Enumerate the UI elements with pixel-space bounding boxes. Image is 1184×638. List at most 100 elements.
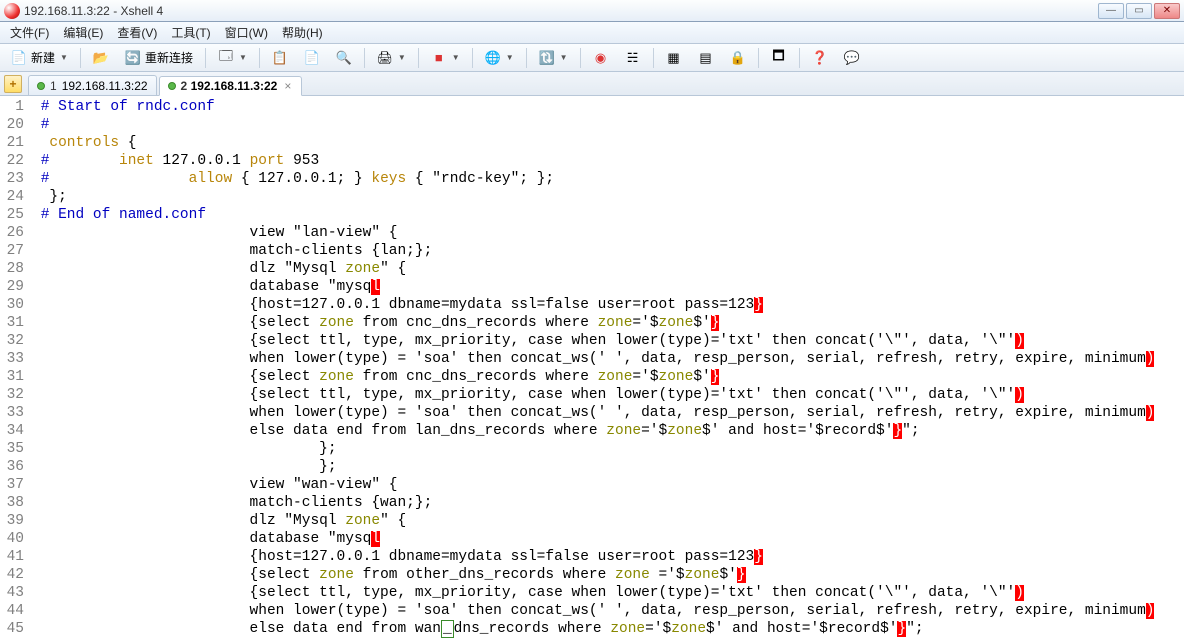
copy-button[interactable]: 📋 — [265, 47, 295, 69]
code-line: 28 dlz "Mysql zone" { — [0, 260, 1184, 278]
properties-button[interactable]: 🗔▼ — [211, 47, 254, 69]
code-content: when lower(type) = 'soa' then concat_ws(… — [32, 404, 1184, 422]
font-button[interactable]: 🗖 — [764, 47, 794, 69]
xshell-button[interactable]: ◉ — [586, 47, 616, 69]
minimize-button[interactable]: — — [1098, 3, 1124, 19]
menu-help[interactable]: 帮助(H) — [276, 22, 329, 43]
globe-icon: 🌐 — [485, 50, 501, 66]
code-content: }; — [32, 440, 1184, 458]
title-bar: 192.168.11.3:22 - Xshell 4 — ▭ ✕ — [0, 0, 1184, 22]
line-number: 33 — [0, 350, 32, 368]
line-number: 31 — [0, 314, 32, 332]
menu-tools[interactable]: 工具(T) — [165, 22, 216, 43]
code-line: 31 {select zone from cnc_dns_records whe… — [0, 314, 1184, 332]
code-content: else data end from wan_dns_records where… — [32, 620, 1184, 638]
line-number: 22 — [0, 152, 32, 170]
new-button[interactable]: 📄 新建 ▼ — [4, 47, 75, 69]
code-content: # Start of rndc.conf — [32, 98, 1184, 116]
lock-button[interactable]: 🔒 — [723, 47, 753, 69]
font-icon: 🗖 — [771, 50, 787, 66]
chat-button[interactable]: 💬 — [837, 47, 867, 69]
code-line: 36 }; — [0, 458, 1184, 476]
code-line: 27 match-clients {lan;}; — [0, 242, 1184, 260]
search-button[interactable]: 🔍 — [329, 47, 359, 69]
tunnel-button[interactable]: ☵ — [618, 47, 648, 69]
separator — [205, 48, 206, 68]
close-button[interactable]: ✕ — [1154, 3, 1180, 19]
tab-index: 1 — [50, 79, 57, 93]
code-line: 25 # End of named.conf — [0, 206, 1184, 224]
code-content: }; — [32, 188, 1184, 206]
reconnect-button[interactable]: 🔄 重新连接 — [118, 47, 200, 69]
help-button[interactable]: ❓ — [805, 47, 835, 69]
copy-icon: 📋 — [272, 50, 288, 66]
properties-icon: 🗔 — [218, 50, 234, 66]
separator — [758, 48, 759, 68]
menu-view[interactable]: 查看(V) — [111, 22, 163, 43]
paste-button[interactable]: 📄 — [297, 47, 327, 69]
code-line: 39 dlz "Mysql zone" { — [0, 512, 1184, 530]
chevron-down-icon: ▼ — [239, 53, 247, 62]
line-number: 25 — [0, 206, 32, 224]
menu-file[interactable]: 文件(F) — [4, 22, 55, 43]
help-icon: ❓ — [812, 50, 828, 66]
code-content: {host=127.0.0.1 dbname=mydata ssl=false … — [32, 548, 1184, 566]
session-tab-1[interactable]: 1 192.168.11.3:22 — [28, 75, 157, 95]
code-content: {select ttl, type, mx_priority, case whe… — [32, 386, 1184, 404]
code-content: {host=127.0.0.1 dbname=mydata ssl=false … — [32, 296, 1184, 314]
code-content: # allow { 127.0.0.1; } keys { "rndc-key"… — [32, 170, 1184, 188]
code-content: controls { — [32, 134, 1184, 152]
line-number: 23 — [0, 170, 32, 188]
code-line: 33 when lower(type) = 'soa' then concat_… — [0, 404, 1184, 422]
code-line: 40 database "mysql — [0, 530, 1184, 548]
line-number: 33 — [0, 404, 32, 422]
code-content: {select zone from other_dns_records wher… — [32, 566, 1184, 584]
code-content: # inet 127.0.0.1 port 953 — [32, 152, 1184, 170]
separator — [580, 48, 581, 68]
line-number: 29 — [0, 278, 32, 296]
code-line: 33 when lower(type) = 'soa' then concat_… — [0, 350, 1184, 368]
tabs-bar: + 1 192.168.11.3:22 2 192.168.11.3:22 × — [0, 72, 1184, 96]
code-content: # — [32, 116, 1184, 134]
line-number: 41 — [0, 548, 32, 566]
new-tab-button[interactable]: + — [4, 75, 22, 93]
window-controls: — ▭ ✕ — [1098, 3, 1180, 19]
code-content: database "mysql — [32, 278, 1184, 296]
paste-icon: 📄 — [304, 50, 320, 66]
code-content: {select zone from cnc_dns_records where … — [32, 368, 1184, 386]
print-button[interactable]: 🖨▼ — [370, 47, 413, 69]
tab-label: 192.168.11.3:22 — [62, 79, 148, 93]
terminal-editor[interactable]: 1 # Start of rndc.conf20 #21 controls {2… — [0, 96, 1184, 638]
line-number: 32 — [0, 386, 32, 404]
code-content: }; — [32, 458, 1184, 476]
chevron-down-icon: ▼ — [398, 53, 406, 62]
stop-button[interactable]: ■▼ — [424, 47, 467, 69]
tile-button[interactable]: ▦ — [659, 47, 689, 69]
code-line: 42 {select zone from other_dns_records w… — [0, 566, 1184, 584]
refresh-button[interactable]: 🔃▼ — [532, 47, 575, 69]
code-content: dlz "Mysql zone" { — [32, 512, 1184, 530]
maximize-button[interactable]: ▭ — [1126, 3, 1152, 19]
code-content: view "wan-view" { — [32, 476, 1184, 494]
line-number: 24 — [0, 188, 32, 206]
code-content: dlz "Mysql zone" { — [32, 260, 1184, 278]
cascade-icon: ▤ — [698, 50, 714, 66]
line-number: 30 — [0, 296, 32, 314]
cascade-button[interactable]: ▤ — [691, 47, 721, 69]
menu-window[interactable]: 窗口(W) — [219, 22, 274, 43]
code-content: database "mysql — [32, 530, 1184, 548]
menu-edit[interactable]: 编辑(E) — [57, 22, 109, 43]
globe-button[interactable]: 🌐▼ — [478, 47, 521, 69]
line-number: 26 — [0, 224, 32, 242]
code-content: # End of named.conf — [32, 206, 1184, 224]
tab-close-button[interactable]: × — [282, 79, 293, 93]
code-line: 34 else data end from lan_dns_records wh… — [0, 422, 1184, 440]
stop-icon: ■ — [431, 50, 447, 66]
code-content: when lower(type) = 'soa' then concat_ws(… — [32, 602, 1184, 620]
line-number: 45 — [0, 620, 32, 638]
session-tab-2[interactable]: 2 192.168.11.3:22 × — [159, 76, 303, 96]
status-dot-icon — [168, 82, 176, 90]
code-line: 23 # allow { 127.0.0.1; } keys { "rndc-k… — [0, 170, 1184, 188]
code-line: 32 {select ttl, type, mx_priority, case … — [0, 386, 1184, 404]
open-button[interactable]: 📂 — [86, 47, 116, 69]
